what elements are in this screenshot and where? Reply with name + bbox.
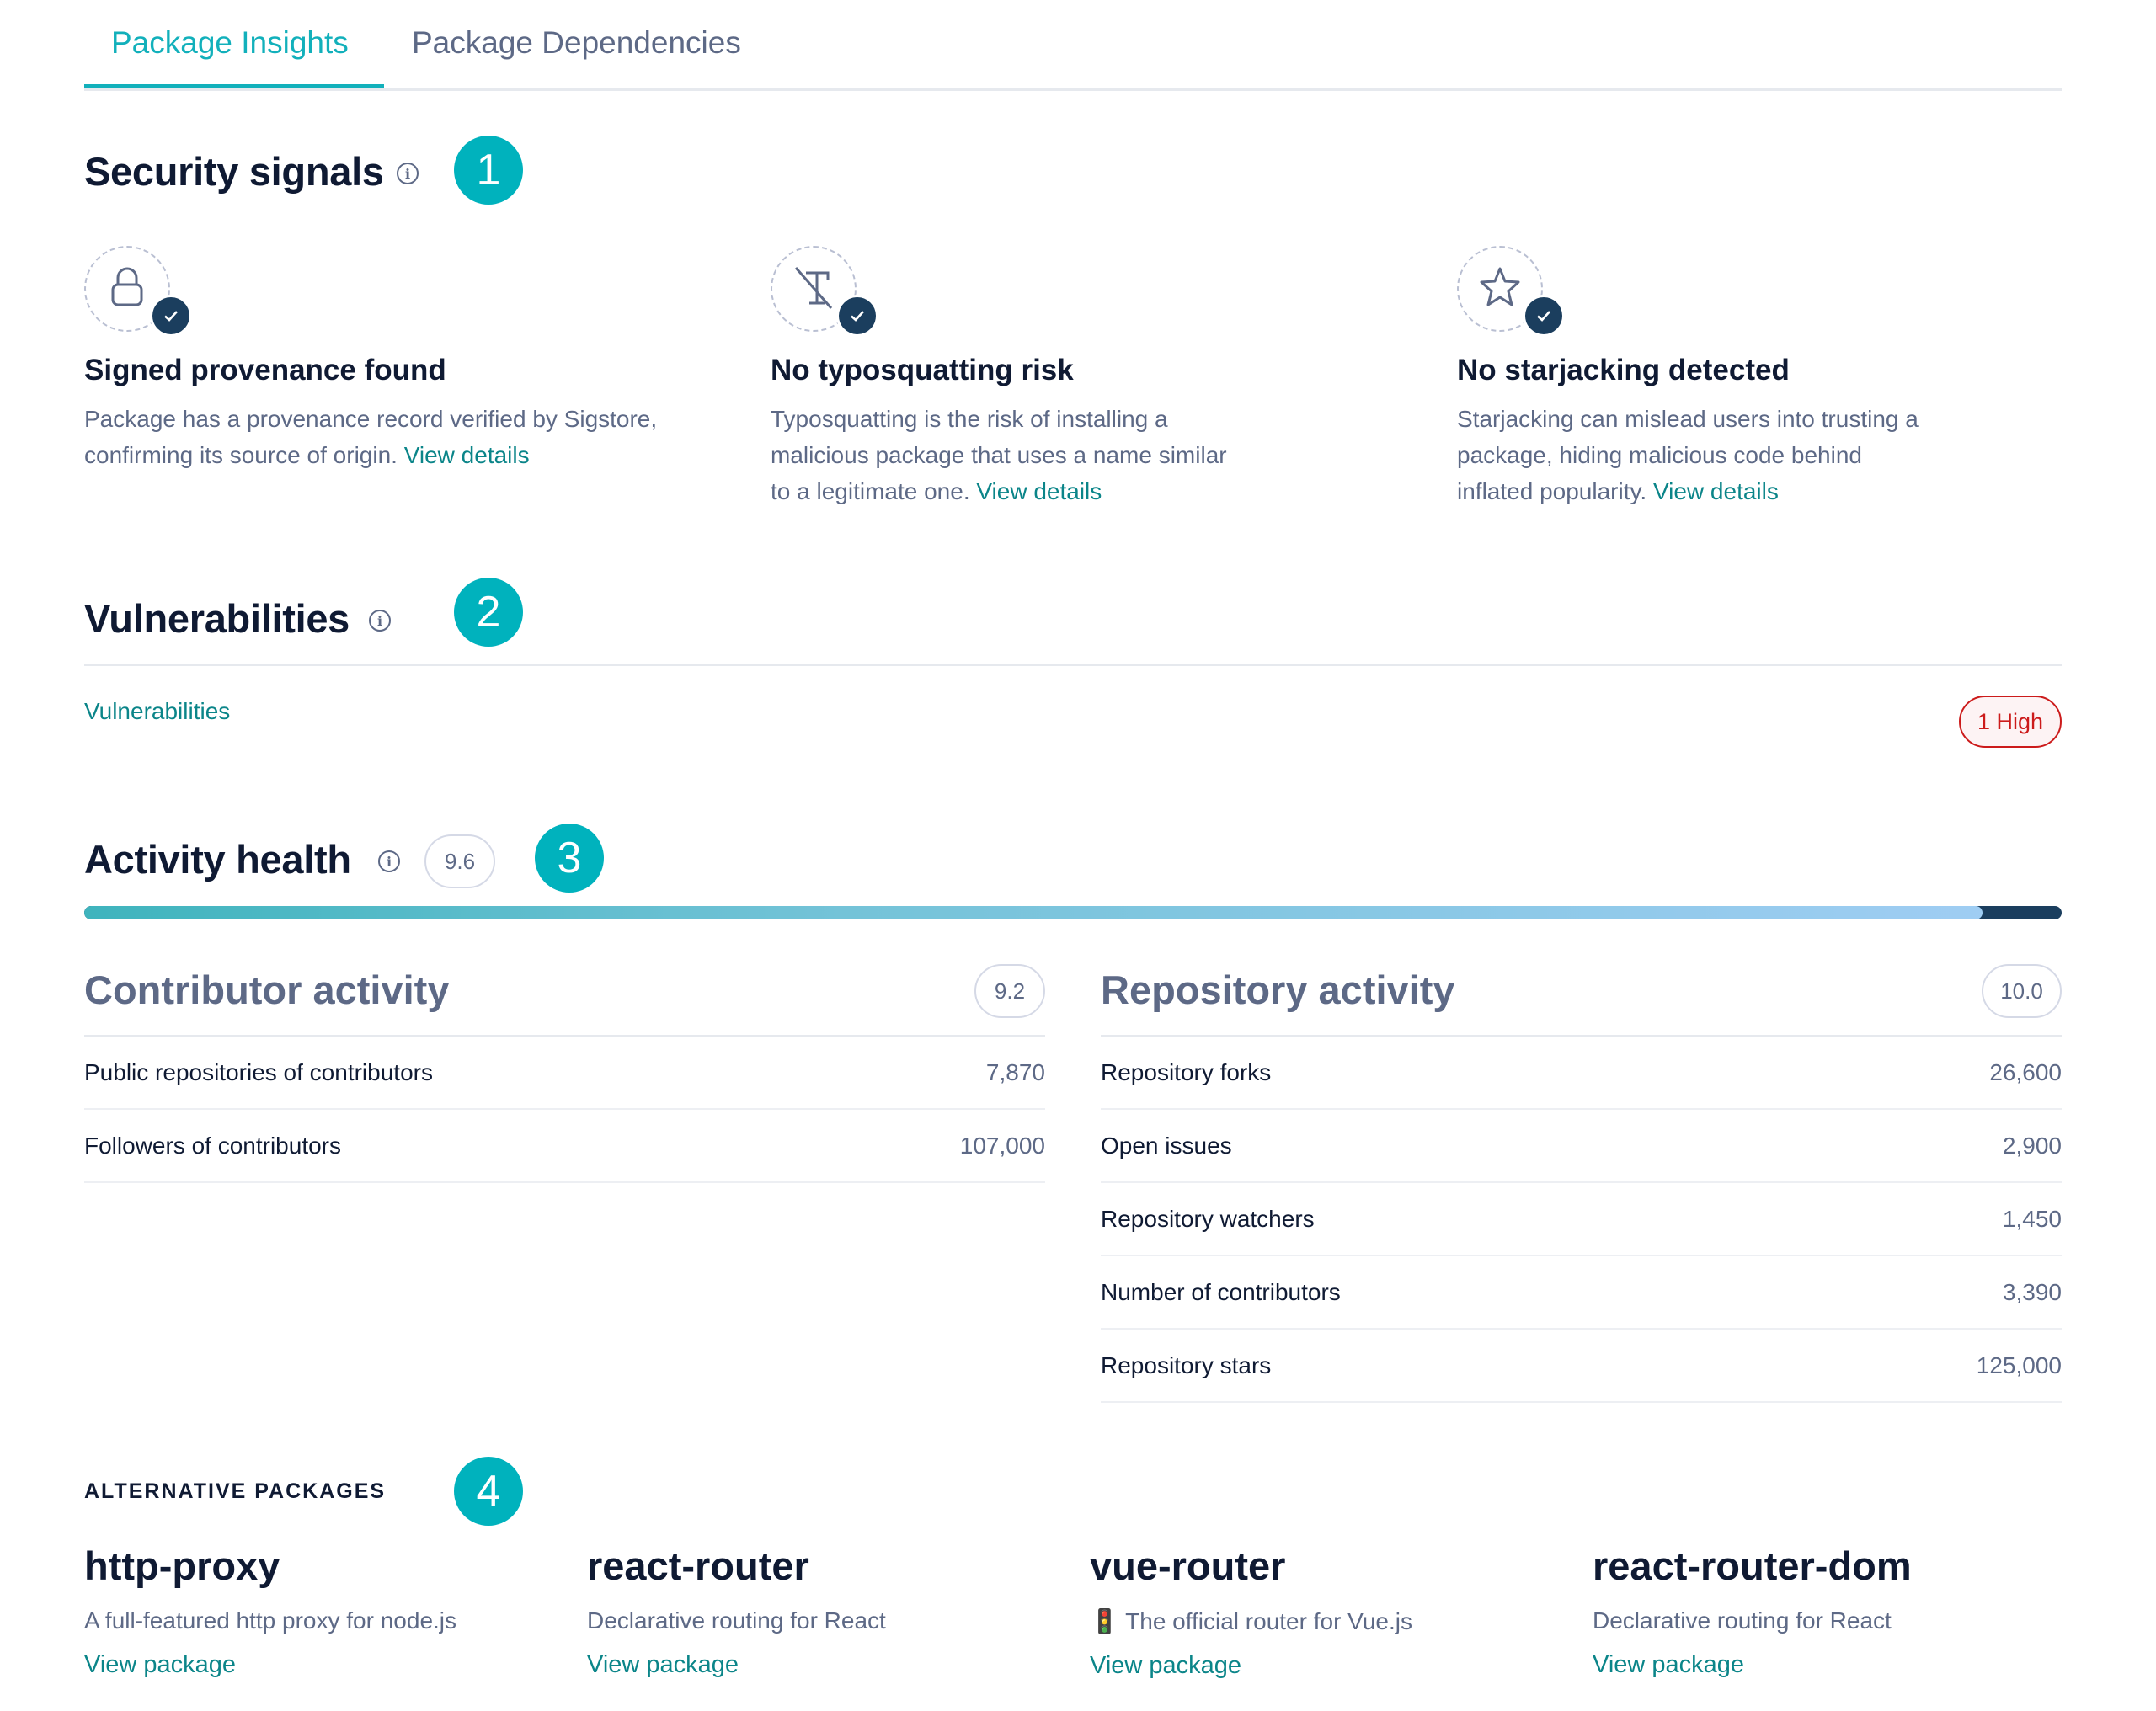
metric-label: Repository forks — [1101, 1058, 1272, 1085]
metric-value: 1,450 — [2002, 1205, 2062, 1232]
signal-description-text: Package has a provenance record verified… — [84, 406, 658, 468]
section-divider — [84, 664, 2062, 666]
metric-label: Followers of contributors — [84, 1132, 342, 1159]
vulnerabilities-link[interactable]: Vulnerabilities — [84, 698, 230, 725]
package-name[interactable]: vue-router — [1090, 1543, 1561, 1589]
alternative-package-card: vue-router 🚦 The official router for Vue… — [1090, 1543, 1561, 1680]
info-icon[interactable]: i — [369, 610, 391, 632]
alternative-packages-label: ALTERNATIVE PACKAGES — [84, 1479, 387, 1503]
package-description: Declarative routing for React — [587, 1607, 886, 1634]
step-marker-2: 2 — [454, 578, 523, 647]
view-details-link[interactable]: View details — [404, 442, 530, 468]
alternative-package-card: react-router Declarative routing for Rea… — [587, 1543, 1059, 1679]
check-icon — [150, 295, 192, 337]
view-details-link[interactable]: View details — [976, 478, 1102, 504]
tab-package-insights[interactable]: Package Insights — [111, 25, 349, 61]
package-description: A full-featured http proxy for node.js — [84, 1607, 457, 1634]
table-row: Open issues 2,900 — [1101, 1110, 2062, 1183]
activity-health-bar-fill — [84, 906, 1983, 919]
metric-value: 3,390 — [2002, 1278, 2062, 1305]
metric-value: 107,000 — [959, 1132, 1045, 1159]
check-icon — [1523, 295, 1565, 337]
signal-description: Starjacking can mislead users into trust… — [1457, 401, 1937, 509]
view-package-link[interactable]: View package — [587, 1651, 1059, 1679]
view-details-link[interactable]: View details — [1653, 478, 1779, 504]
tab-bar: Package Insights Package Dependencies — [84, 0, 2062, 91]
security-signals-heading: Security signals — [84, 149, 384, 194]
signal-description: Package has a provenance record verified… — [84, 401, 707, 473]
signal-title: No typosquatting risk — [771, 354, 1074, 386]
metric-label: Open issues — [1101, 1132, 1232, 1159]
severity-badge-high[interactable]: 1 High — [1958, 696, 2062, 748]
table-row: Followers of contributors 107,000 — [84, 1110, 1045, 1183]
signal-icon-typosquatting — [771, 246, 880, 338]
view-package-link[interactable]: View package — [84, 1651, 556, 1679]
table-row: Public repositories of contributors 7,87… — [84, 1037, 1045, 1110]
signal-title: Signed provenance found — [84, 354, 446, 386]
table-row: Repository watchers 1,450 — [1101, 1183, 2062, 1256]
metric-label: Number of contributors — [1101, 1278, 1341, 1305]
view-package-link[interactable]: View package — [1090, 1652, 1561, 1680]
view-package-link[interactable]: View package — [1593, 1651, 2064, 1679]
tab-package-dependencies[interactable]: Package Dependencies — [412, 25, 741, 61]
star-icon — [1480, 267, 1520, 306]
info-icon[interactable]: i — [378, 850, 400, 872]
repository-activity-heading: Repository activity — [1101, 967, 1455, 1012]
typosquat-icon — [794, 267, 833, 309]
activity-health-heading: Activity health — [84, 837, 351, 882]
contributor-score-pill: 9.2 — [974, 964, 1045, 1018]
signal-icon-provenance — [84, 246, 194, 338]
activity-health-bar — [84, 906, 2062, 919]
package-description: Declarative routing for React — [1593, 1607, 1892, 1634]
alternative-package-card: react-router-dom Declarative routing for… — [1593, 1543, 2064, 1679]
metric-value: 125,000 — [1976, 1351, 2062, 1378]
active-tab-indicator — [84, 84, 384, 88]
table-row: Repository forks 26,600 — [1101, 1037, 2062, 1110]
package-name[interactable]: react-router — [587, 1543, 1059, 1589]
activity-score-pill: 9.6 — [424, 834, 495, 888]
table-row: Number of contributors 3,390 — [1101, 1256, 2062, 1330]
signal-description: Typosquatting is the risk of installing … — [771, 401, 1242, 509]
table-row: Repository stars 125,000 — [1101, 1330, 2062, 1403]
metric-value: 2,900 — [2002, 1132, 2062, 1159]
step-marker-4: 4 — [454, 1457, 523, 1526]
repository-score-pill: 10.0 — [1982, 964, 2062, 1018]
check-icon — [836, 295, 878, 337]
package-name[interactable]: react-router-dom — [1593, 1543, 2064, 1589]
vulnerabilities-heading: Vulnerabilities — [84, 596, 350, 641]
contributor-activity-heading: Contributor activity — [84, 967, 450, 1012]
metric-value: 26,600 — [1989, 1058, 2062, 1085]
step-marker-3: 3 — [535, 824, 604, 893]
step-marker-1: 1 — [454, 136, 523, 205]
signal-title: No starjacking detected — [1457, 354, 1790, 386]
alternative-package-card: http-proxy A full-featured http proxy fo… — [84, 1543, 556, 1679]
signal-icon-starjacking — [1457, 246, 1566, 338]
metric-label: Public repositories of contributors — [84, 1058, 433, 1085]
repository-activity-table: Repository forks 26,600 Open issues 2,90… — [1101, 1035, 2062, 1403]
metric-value: 7,870 — [985, 1058, 1045, 1085]
package-description: 🚦 The official router for Vue.js — [1090, 1608, 1412, 1634]
metric-label: Repository watchers — [1101, 1205, 1315, 1232]
info-icon[interactable]: i — [397, 163, 419, 184]
metric-label: Repository stars — [1101, 1351, 1272, 1378]
lock-icon — [111, 267, 143, 306]
contributor-activity-table: Public repositories of contributors 7,87… — [84, 1035, 1045, 1183]
package-name[interactable]: http-proxy — [84, 1543, 556, 1589]
